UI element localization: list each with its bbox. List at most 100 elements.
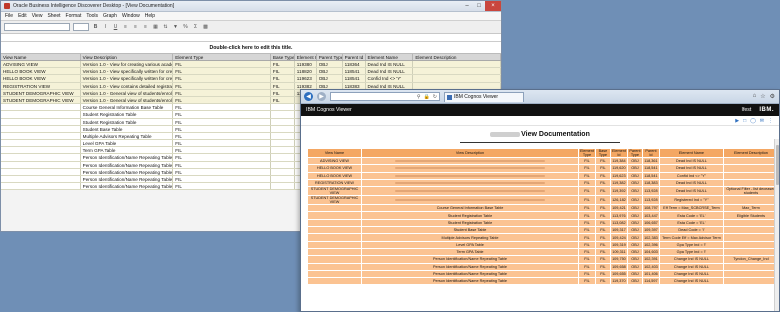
table-cell: HELLO BOOK VIEW (307, 171, 362, 180)
address-bar[interactable]: ⚲ 🔒 ↻ (330, 92, 440, 101)
table-cell: OBJ (626, 204, 643, 213)
redacted-text (395, 160, 545, 163)
table-cell: Dead Ind IS NULL (658, 156, 724, 166)
table-row[interactable]: HELLO BOOK VIEW Version 1.0 - View specif… (1, 68, 501, 76)
sort-icon[interactable]: ⇅ (162, 24, 169, 31)
align-center-icon[interactable]: ≡ (132, 24, 139, 31)
menu-item-view[interactable]: View (32, 13, 43, 19)
back-icon[interactable]: ◀ (304, 92, 313, 101)
discoverer-window-title: Oracle Business Intelligence Discoverer … (13, 3, 175, 9)
table-row: REGISTRATION VIEW FIL FIL 119,382 OBJ 118,383… (307, 178, 779, 188)
percent-icon[interactable]: % (182, 24, 189, 31)
user-name[interactable]: Ifest (742, 107, 752, 113)
column-header[interactable]: Parent Type (317, 54, 343, 60)
table-cell (271, 176, 295, 183)
search-icon[interactable]: ⚲ (417, 94, 421, 100)
menu-item-sheet[interactable]: Sheet (47, 13, 60, 19)
refresh-icon[interactable]: ↻ (433, 94, 437, 100)
maximize-icon[interactable]: □ (473, 1, 485, 11)
report-header-row: View Name View Description Element Type Bas… (307, 148, 779, 158)
table-cell: 119380 (295, 61, 317, 68)
column-header[interactable]: Element Id (295, 54, 317, 60)
scrollbar-thumb[interactable] (776, 145, 779, 185)
gear-icon[interactable]: ⚙ (770, 93, 775, 100)
column-header[interactable]: Parent Id (343, 54, 366, 60)
table-cell: Dead Ind IS NULL (366, 82, 414, 89)
ibm-logo: IBM. (759, 107, 774, 113)
table-cell (722, 277, 779, 286)
table-cell (361, 195, 579, 206)
more-icon[interactable]: ⋮ (768, 118, 773, 124)
table-cell: STUDENT DEMOGRAPHIC VIEW (307, 186, 362, 197)
italic-icon[interactable]: I (102, 24, 109, 31)
bold-icon[interactable]: B (92, 24, 99, 31)
table-cell: ADVISING VIEW (1, 61, 81, 68)
table-cell: FIL (594, 247, 611, 257)
table-cell: FIL (173, 104, 271, 111)
font-name-combo[interactable] (4, 23, 70, 31)
table-cell (307, 247, 362, 257)
underline-icon[interactable]: U (112, 24, 119, 31)
calc-icon[interactable]: Σ (192, 24, 199, 31)
table-cell: 102,403 (641, 262, 660, 271)
table-cell: Change Ind IS NULL (658, 269, 724, 279)
column-header[interactable]: View Name (1, 54, 81, 60)
menu-item-tools[interactable]: Tools (86, 13, 98, 19)
table-cell (307, 211, 362, 220)
menu-item-edit[interactable]: Edit (18, 13, 27, 19)
minimize-icon[interactable]: – (461, 1, 473, 11)
table-row[interactable]: ADVISING VIEW Version 1.0 - View for crea… (1, 61, 501, 69)
table-cell: 126,182 (609, 195, 628, 206)
table-cell: 119382 (295, 82, 317, 89)
table-cell (271, 140, 295, 147)
table-cell (1, 140, 81, 147)
menu-item-file[interactable]: File (5, 13, 13, 19)
table-cell: OBJ (626, 178, 643, 188)
browser-tab[interactable]: IBM Cognos Viewer (444, 91, 524, 102)
table-row: HELLO BOOK VIEW FIL FIL 119,620 OBJ 118,541 De… (307, 164, 779, 173)
home-icon[interactable]: ⌂ (753, 93, 757, 100)
table-cell (722, 195, 779, 206)
column-header[interactable]: Base Type (271, 54, 295, 60)
table-cell: FIL (594, 226, 611, 235)
align-left-icon[interactable]: ≡ (122, 24, 129, 31)
table-cell: FIL (173, 176, 271, 183)
table-cell: OBJ (626, 247, 643, 257)
run-icon[interactable]: ▶ (735, 118, 739, 124)
table-cell (1, 168, 81, 175)
menu-item-help[interactable]: Help (145, 13, 155, 19)
email-icon[interactable]: ✉ (760, 118, 764, 124)
format-icon[interactable]: ▦ (152, 24, 159, 31)
table-cell (722, 269, 779, 279)
page-icon[interactable]: □ (743, 118, 746, 124)
forward-icon[interactable]: ▶ (317, 92, 326, 101)
menu-item-graph[interactable]: Graph (103, 13, 117, 19)
cognos-report-table: View Name View Description Element Type Bas… (307, 148, 779, 286)
star-icon[interactable]: ☆ (760, 93, 765, 100)
filter-icon[interactable]: ▼ (172, 24, 179, 31)
keep-icon[interactable]: ◯ (750, 118, 756, 124)
table-cell: FIL (173, 161, 271, 168)
column-header[interactable]: Element Description (413, 54, 501, 60)
table-cell (413, 68, 501, 75)
close-icon[interactable]: × (485, 1, 501, 11)
menu-item-window[interactable]: Window (122, 13, 140, 19)
graph-icon[interactable]: ▩ (202, 24, 209, 31)
worksheet-title[interactable]: Double-click here to edit this title. (1, 42, 501, 54)
table-cell: FIL (594, 262, 611, 271)
column-header[interactable]: Element Type (173, 54, 271, 60)
vertical-scrollbar[interactable] (774, 139, 779, 311)
table-cell: Level GPA Table (81, 140, 174, 147)
column-header[interactable]: View Description (81, 54, 174, 60)
column-header: Base Type (594, 148, 611, 158)
align-right-icon[interactable]: ≡ (142, 24, 149, 31)
column-header[interactable]: Element Name (366, 54, 414, 60)
menu-item-format[interactable]: Format (66, 13, 82, 19)
table-cell: Person Identification/Name Repeating Tab… (82, 183, 174, 190)
font-size-combo[interactable] (73, 23, 89, 31)
table-cell (307, 204, 362, 213)
table-cell (722, 240, 779, 249)
table-row[interactable]: HELLO BOOK VIEW Version 1.0 - View specif… (1, 75, 501, 83)
discoverer-app-icon (4, 3, 10, 9)
table-cell (307, 218, 362, 228)
